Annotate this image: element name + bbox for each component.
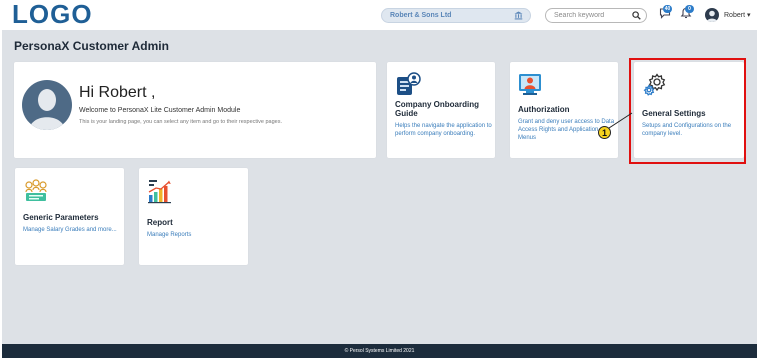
bank-icon (514, 11, 523, 20)
onboarding-guide-icon (397, 72, 421, 95)
messages-badge: 40 (663, 5, 672, 13)
tile-description: Manage Salary Grades and more... (23, 227, 117, 233)
company-selector[interactable]: Robert & Sons Ltd (381, 8, 531, 23)
tile-company-onboarding-guide[interactable]: Company Onboarding Guide Helps the navig… (387, 62, 495, 158)
notifications-badge: 0 (685, 5, 694, 13)
callout-marker: 1 (598, 126, 611, 139)
search-bar (545, 8, 647, 23)
search-icon[interactable] (632, 11, 641, 20)
top-bar: LOGO Robert & Sons Ltd 40 0 Robert (0, 0, 757, 30)
logo[interactable]: LOGO (12, 0, 93, 28)
tile-description: Helps the navigate the application to pe… (395, 123, 492, 137)
company-name: Robert & Sons Ltd (390, 12, 452, 19)
page-title: PersonaX Customer Admin (14, 39, 169, 53)
chevron-down-icon: ▾ (746, 12, 751, 19)
profile-avatar (22, 80, 72, 130)
report-chart-icon (148, 180, 171, 204)
user-menu[interactable]: Robert ▾ (724, 11, 750, 20)
search-input[interactable] (554, 10, 626, 21)
tile-authorization[interactable]: Authorization Grant and deny user access… (510, 62, 618, 158)
footer-copyright: © Persol Systems Limited 2021 (344, 348, 415, 354)
highlight-box (629, 58, 746, 164)
tile-title: Report (147, 218, 173, 227)
user-avatar-icon (29, 89, 65, 130)
welcome-card: Hi Robert , Welcome to PersonaX Lite Cus… (14, 62, 376, 158)
tile-generic-parameters[interactable]: Generic Parameters Manage Salary Grades … (15, 168, 124, 265)
user-name: Robert (724, 12, 746, 19)
generic-parameters-icon (25, 179, 47, 201)
greeting: Hi Robert , (79, 84, 156, 101)
footer: © Persol Systems Limited 2021 (2, 344, 757, 358)
tile-title: Generic Parameters (23, 213, 99, 222)
tile-description: Manage Reports (147, 232, 192, 238)
welcome-description: This is your landing page, you can selec… (79, 119, 283, 125)
user-avatar-icon (706, 10, 718, 22)
tile-report[interactable]: Report Manage Reports (139, 168, 248, 265)
tile-title: Authorization (518, 105, 570, 114)
welcome-message: Welcome to PersonaX Lite Customer Admin … (79, 107, 241, 114)
avatar[interactable] (705, 8, 719, 22)
tile-title: Company Onboarding Guide (395, 100, 479, 118)
authorization-icon (519, 74, 541, 95)
